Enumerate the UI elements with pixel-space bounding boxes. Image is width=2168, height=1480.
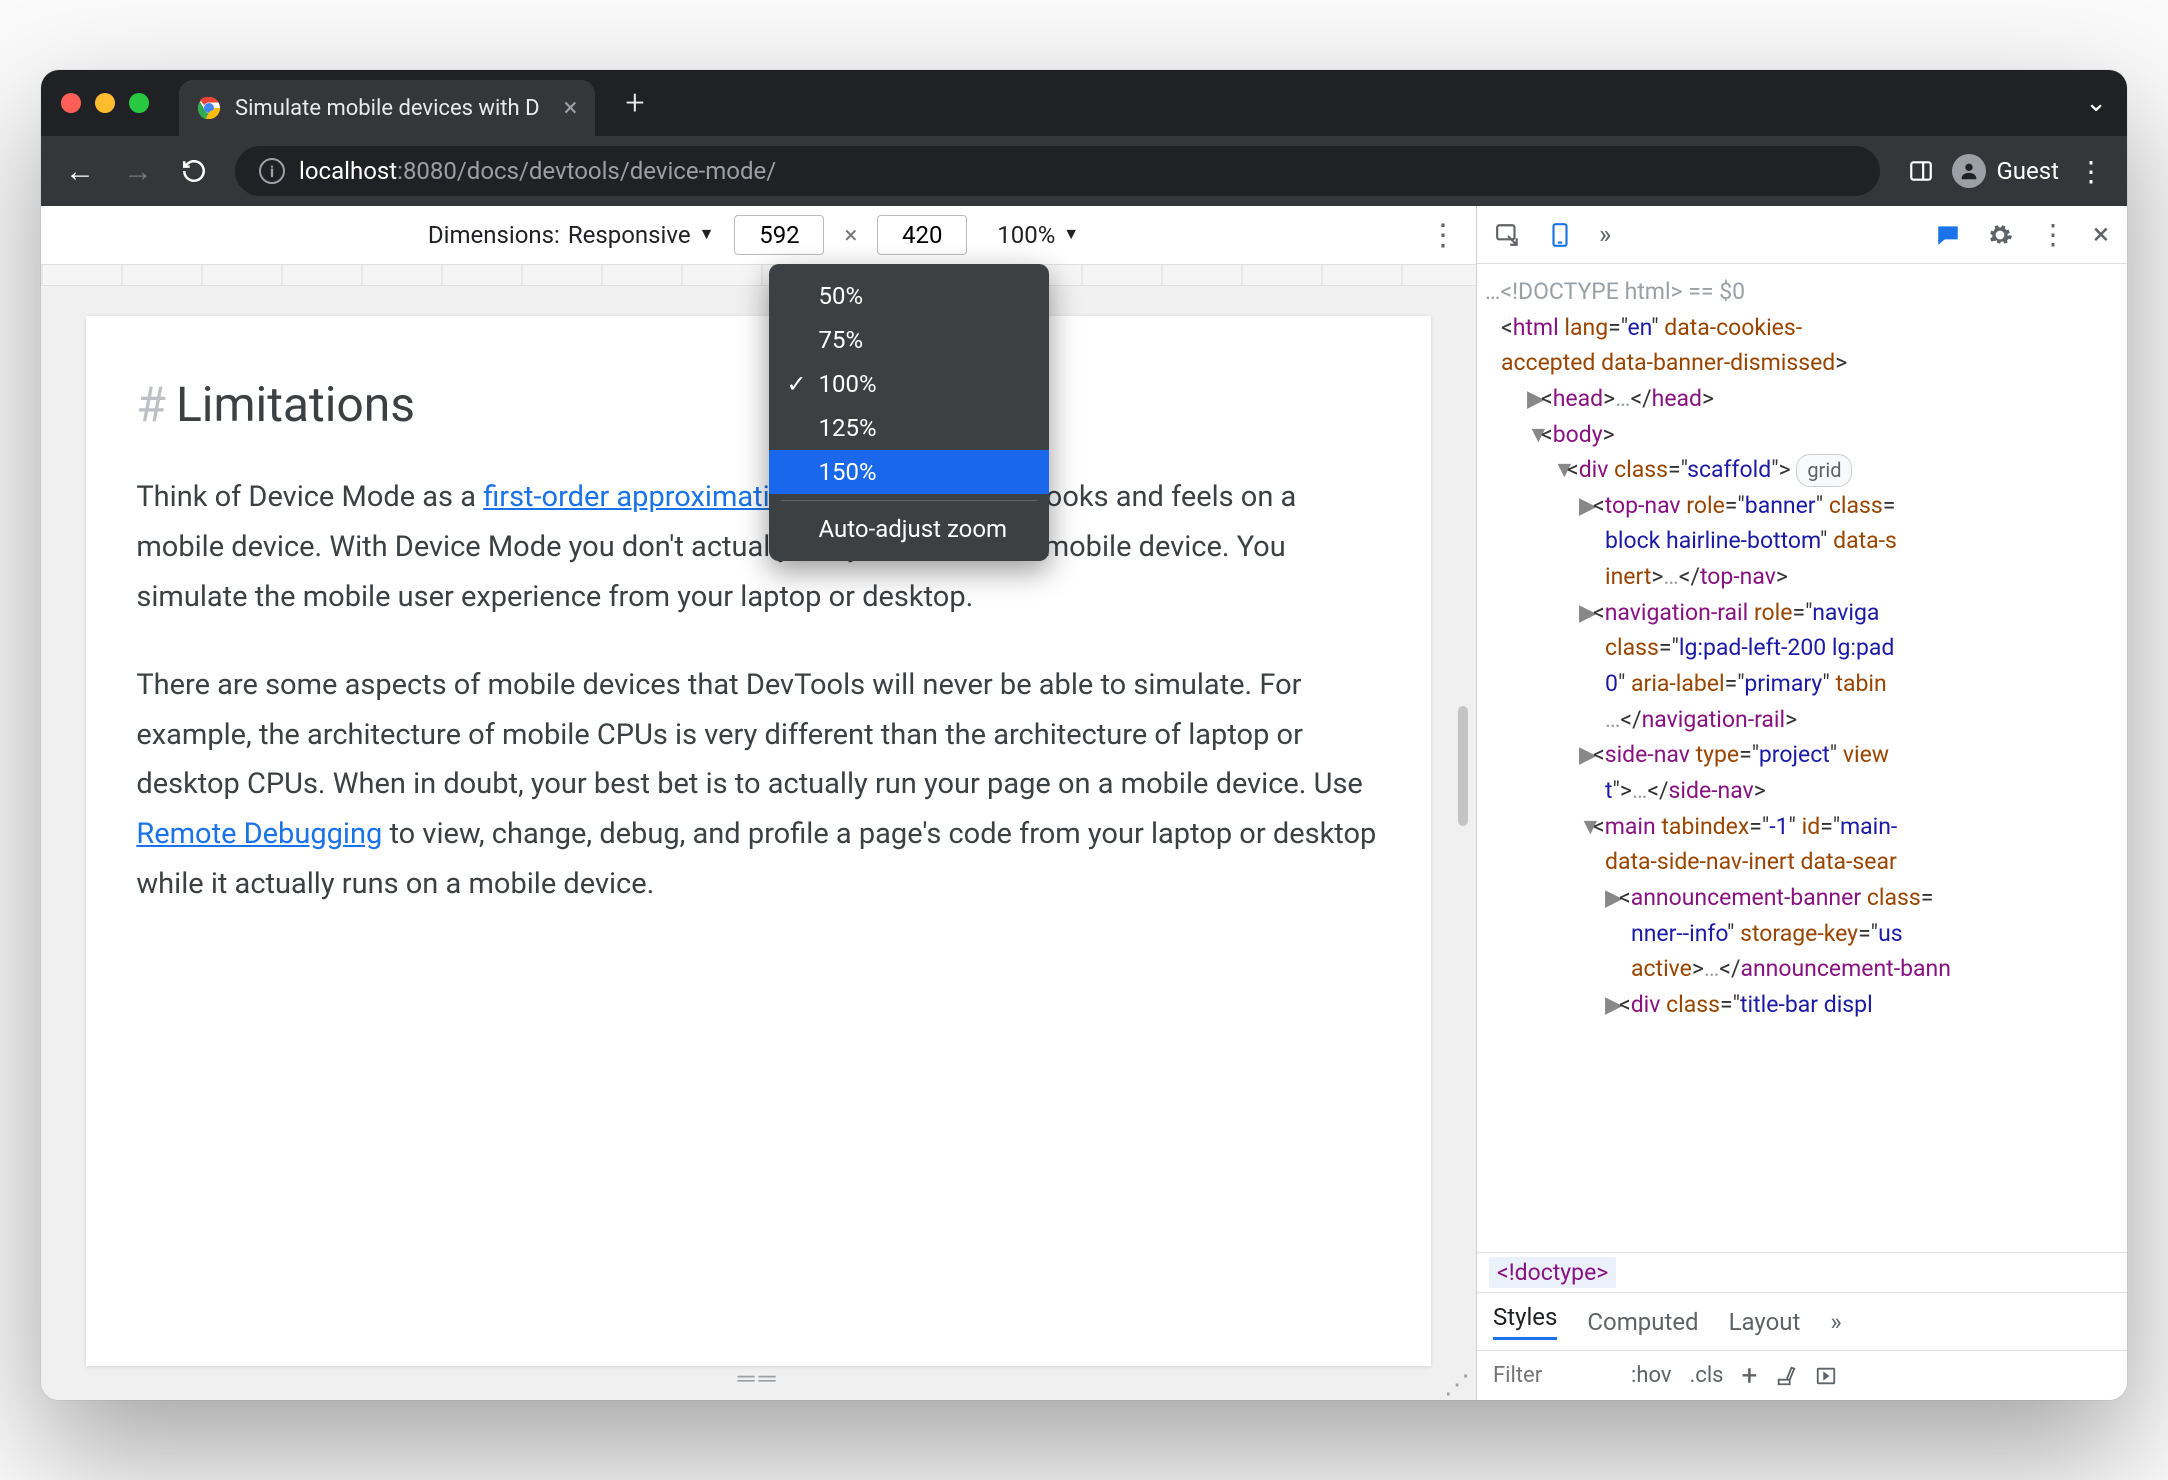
tab-close-icon[interactable]: × [564, 93, 578, 123]
menu-separator [781, 500, 1037, 501]
styles-more-icon[interactable]: » [1830, 1308, 1841, 1336]
dimensions-dropdown[interactable]: Dimensions: Responsive ▼ [428, 221, 715, 249]
messages-icon[interactable] [1935, 222, 1961, 248]
avatar-icon [1952, 154, 1986, 188]
devtools-panel: » ⋮ × …<!DOCTYPE html> == $0 <html lang=… [1477, 206, 2127, 1400]
width-input[interactable] [734, 215, 824, 255]
tab-styles[interactable]: Styles [1493, 1303, 1557, 1340]
new-tab-button[interactable]: + [625, 83, 644, 123]
browser-chrome: Simulate mobile devices with D × + ⌄ ← →… [41, 70, 2127, 206]
cls-button[interactable]: .cls [1690, 1363, 1724, 1388]
brush-icon[interactable] [1775, 1365, 1797, 1387]
fullscreen-window-button[interactable] [129, 93, 149, 113]
browser-right-controls: Guest ⋮ [1908, 154, 2103, 188]
devtools-tabstrip: » ⋮ × [1477, 206, 2127, 264]
paragraph-2: There are some aspects of mobile devices… [136, 661, 1380, 910]
height-input[interactable] [877, 215, 967, 255]
device-viewport: #Limitations Think of Device Mode as a f… [41, 286, 1476, 1400]
device-toolbar: Dimensions: Responsive ▼ × 100%▼ ⋮ [41, 206, 1476, 264]
multiply-label: × [844, 221, 857, 249]
devtools-close-icon[interactable]: × [2093, 217, 2109, 252]
zoom-option-auto[interactable]: Auto-adjust zoom [769, 507, 1049, 551]
dock-icon[interactable] [1815, 1365, 1837, 1387]
content-area: Dimensions: Responsive ▼ × 100%▼ ⋮ 50% 7… [41, 206, 2127, 1400]
address-bar[interactable]: i localhost:8080/docs/devtools/device-mo… [235, 146, 1880, 196]
devtools-more-tabs-icon[interactable]: » [1599, 220, 1611, 250]
info-icon[interactable]: i [259, 158, 285, 184]
reload-button[interactable] [181, 158, 207, 184]
device-mode-pane: Dimensions: Responsive ▼ × 100%▼ ⋮ 50% 7… [41, 206, 1477, 1400]
paragraph-1: Think of Device Mode as a first-order ap… [136, 473, 1380, 623]
browser-tab[interactable]: Simulate mobile devices with D × [179, 80, 595, 136]
tab-layout[interactable]: Layout [1729, 1308, 1801, 1336]
device-toolbar-menu-icon[interactable]: ⋮ [1428, 218, 1458, 253]
styles-tabs: Styles Computed Layout » [1477, 1293, 2127, 1351]
forward-button: → [123, 154, 153, 189]
back-button[interactable]: ← [65, 154, 95, 189]
zoom-option-75[interactable]: 75% [769, 318, 1049, 362]
devtools-menu-icon[interactable]: ⋮ [2039, 218, 2067, 251]
chrome-icon [197, 96, 221, 120]
hov-button[interactable]: :hov [1631, 1363, 1672, 1388]
settings-icon[interactable] [1987, 222, 2013, 248]
resize-grip-bottom[interactable]: ══ [737, 1366, 779, 1390]
tab-title: Simulate mobile devices with D [235, 96, 540, 121]
minimize-window-button[interactable] [95, 93, 115, 113]
zoom-option-100[interactable]: 100% [769, 362, 1049, 406]
device-toggle-icon[interactable] [1547, 222, 1573, 248]
url: localhost:8080/docs/devtools/device-mode… [299, 157, 776, 185]
panel-toggle-icon[interactable] [1908, 158, 1934, 184]
styles-filter-input[interactable] [1493, 1363, 1613, 1388]
link-remote-debugging[interactable]: Remote Debugging [136, 817, 382, 851]
profile-button[interactable]: Guest [1952, 154, 2059, 188]
elements-tree[interactable]: …<!DOCTYPE html> == $0 <html lang="en" d… [1477, 264, 2127, 1253]
link-approximation[interactable]: first-order approximation [483, 480, 802, 514]
zoom-option-125[interactable]: 125% [769, 406, 1049, 450]
browser-menu-icon[interactable]: ⋮ [2077, 155, 2103, 188]
styles-toolbar: :hov .cls + [1477, 1351, 2127, 1400]
browser-window: Simulate mobile devices with D × + ⌄ ← →… [41, 70, 2127, 1400]
inspect-icon[interactable] [1495, 222, 1521, 248]
zoom-menu: 50% 75% 100% 125% 150% Auto-adjust zoom [769, 264, 1049, 561]
tab-computed[interactable]: Computed [1587, 1308, 1698, 1336]
tabs-menu-icon[interactable]: ⌄ [2085, 88, 2107, 118]
traffic-lights [61, 93, 149, 113]
resize-grip-corner[interactable]: ⋰ [1444, 1370, 1470, 1400]
close-window-button[interactable] [61, 93, 81, 113]
viewport-scrollbar[interactable] [1458, 706, 1468, 826]
rendered-page: #Limitations Think of Device Mode as a f… [86, 316, 1430, 1366]
profile-label: Guest [1996, 157, 2059, 185]
address-bar-row: ← → i localhost:8080/docs/devtools/devic… [41, 136, 2127, 206]
zoom-dropdown[interactable]: 100%▼ [987, 217, 1089, 253]
tab-strip: Simulate mobile devices with D × + ⌄ [41, 70, 2127, 136]
zoom-option-150[interactable]: 150% [769, 450, 1049, 494]
ruler[interactable] [41, 264, 1476, 286]
new-rule-button[interactable]: + [1742, 1359, 1758, 1392]
zoom-option-50[interactable]: 50% [769, 274, 1049, 318]
page-heading: #Limitations [136, 376, 1380, 433]
breadcrumb[interactable]: <!doctype> [1477, 1253, 2127, 1293]
